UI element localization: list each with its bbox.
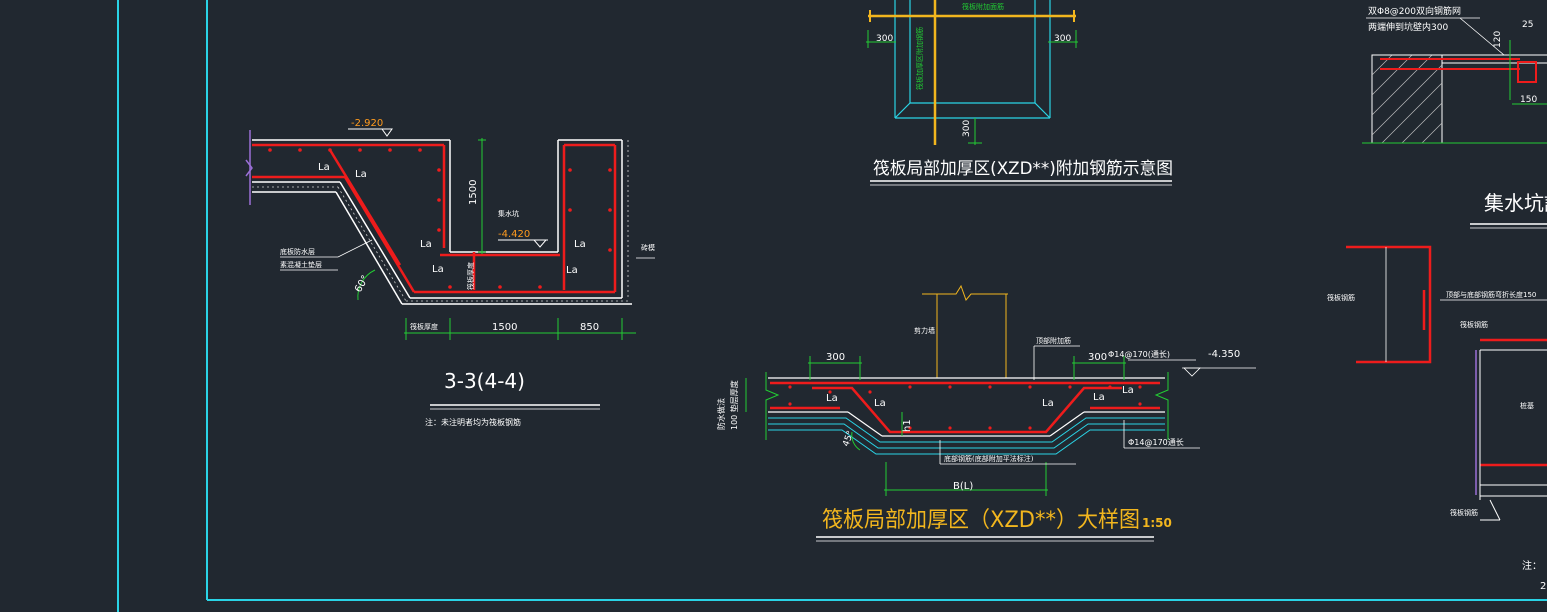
note-right-line2: 两端伸到坑壁内300 (1368, 21, 1448, 33)
label-raft-thickness: 筏板厚度 (466, 262, 475, 290)
label-waterproof: 底板防水层 (280, 247, 315, 256)
la-label: La (1122, 385, 1134, 396)
drawing-background (0, 0, 1547, 612)
rebar-top-spec: Φ14@170(通长) (1108, 349, 1170, 359)
label-cushion: 素混凝土垫层 (280, 260, 322, 269)
dim-150: 150 (1520, 95, 1537, 105)
label-left-cushion: 100 垫层厚度 (729, 380, 739, 430)
label-extend: 顶部与底部钢筋弯折长度150 (1446, 290, 1536, 299)
label-vertical-bar: 筏板加厚区附加钢筋 (915, 27, 924, 90)
dim-right-plan: 300 (1054, 34, 1071, 44)
cad-drawing-canvas[interactable]: -2.920 -4.420 集水坑 1500 筏板厚度 1500 850 La (0, 0, 1547, 612)
elevation-label-pit: -4.420 (498, 229, 530, 240)
label-raft-rebar-3: 筏板钢筋 (1450, 508, 1478, 517)
dim-h1: h1 (902, 419, 913, 432)
la-label: La (1042, 398, 1054, 409)
dim-bottom-plan: 300 (962, 120, 972, 137)
la-label: La (1093, 392, 1105, 403)
dim-height-label-33: 1500 (468, 180, 479, 205)
label-top-rebar: 顶部附加筋 (1036, 336, 1071, 345)
dim-left-xzd: 300 (826, 352, 845, 363)
label-column: 剪力墙 (914, 326, 935, 335)
la-label: La (566, 265, 578, 276)
label-side: 砖模 (641, 243, 655, 252)
dim-left-plan: 300 (876, 34, 893, 44)
label-pit: 集水坑 (498, 209, 519, 218)
dim-120: 120 (1493, 31, 1503, 48)
label-raft-rebar: 筏板钢筋 (1327, 293, 1355, 302)
dim-25: 25 (1522, 20, 1533, 30)
la-label: La (355, 169, 367, 180)
label-top-bar: 筏板附加面筋 (962, 2, 1004, 11)
detail-title-right: 集水坑詳 (1484, 191, 1547, 215)
note-right: 注： (1522, 559, 1542, 572)
la-label: La (318, 162, 330, 173)
label-pile: 桩基 (1520, 401, 1534, 410)
detail-title-xzd-section: 筏板局部加厚区（XZD**）大样图 (822, 508, 1140, 533)
la-label: La (874, 398, 886, 409)
dim-width1-label: 1500 (492, 322, 517, 333)
label-bottom-rebar: 底部钢筋(底部附加平法标注) (944, 454, 1034, 463)
note-33: 注：未注明者均为筏板钢筋 (425, 417, 521, 427)
detail-title-xzd-plan: 筏板局部加厚区(XZD**)附加钢筋示意图 (873, 159, 1173, 179)
detail-scale-xzd: 1:50 (1142, 516, 1172, 530)
label-raft-rebar-2: 筏板钢筋 (1460, 320, 1488, 329)
dim-right-xzd: 300 (1088, 352, 1107, 363)
detail-title-33: 3-3(4-4) (444, 369, 525, 393)
note-right-num: 2 (1540, 581, 1546, 592)
la-label: La (826, 393, 838, 404)
la-label: La (420, 239, 432, 250)
la-label: La (432, 264, 444, 275)
dim-width-xzd: B(L) (953, 481, 973, 492)
label-left-waterproof: 防水做法 (716, 398, 726, 430)
la-label: La (574, 239, 586, 250)
rebar-bottom-spec: Φ14@170通长 (1128, 437, 1184, 447)
elevation-label-top: -2.920 (351, 118, 383, 129)
elevation-xzd: -4.350 (1208, 349, 1240, 360)
dim-thickness-label: 筏板厚度 (410, 322, 438, 331)
dim-width2-label: 850 (580, 322, 599, 333)
note-right-line1: 双Φ8@200双向钢筋网 (1368, 5, 1461, 17)
